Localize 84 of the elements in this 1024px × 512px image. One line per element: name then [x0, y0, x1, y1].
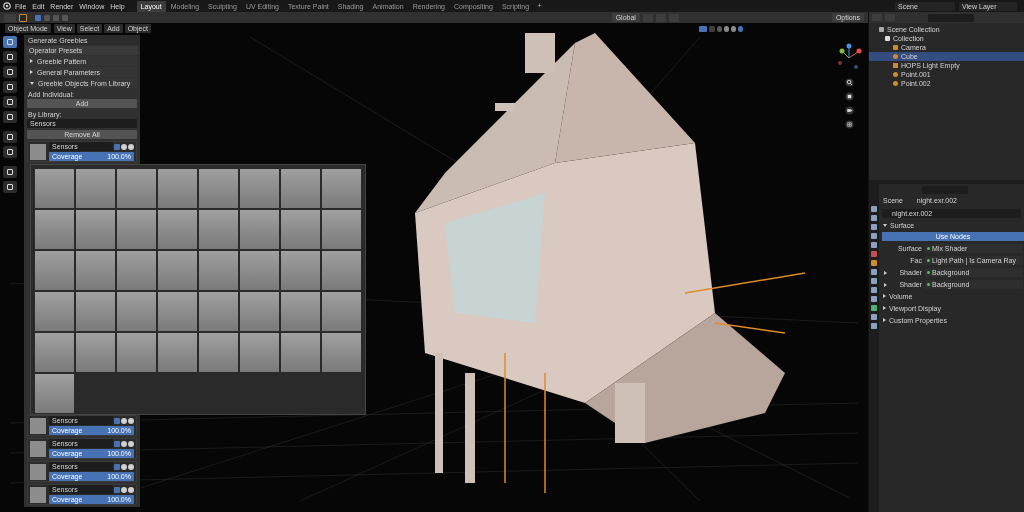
object-thumbnail[interactable] [35, 292, 74, 331]
object-thumbnail [30, 463, 46, 480]
object-thumbnail[interactable] [35, 169, 74, 208]
socket-icon [927, 259, 930, 262]
mode-extend-button[interactable] [44, 14, 50, 21]
object-thumbnail[interactable] [240, 292, 279, 331]
object-thumbnail[interactable] [117, 251, 156, 290]
object-thumbnail[interactable] [281, 210, 320, 249]
object-thumbnail[interactable] [158, 210, 197, 249]
object-thumbnail[interactable] [76, 169, 115, 208]
object-thumbnail[interactable] [76, 210, 115, 249]
camera-icon[interactable] [844, 106, 854, 115]
hand-icon[interactable] [844, 92, 854, 101]
mode-new-button[interactable] [35, 14, 41, 21]
object-thumbnail[interactable] [199, 251, 238, 290]
object-thumbnail[interactable] [199, 292, 238, 331]
object-thumbnail[interactable] [76, 251, 115, 290]
select-box-button[interactable] [19, 13, 27, 22]
object-thumbnail[interactable] [281, 333, 320, 372]
object-thumbnail[interactable] [76, 292, 115, 331]
wireframe-shading-button[interactable] [717, 25, 722, 32]
socket-icon [927, 247, 930, 250]
rendered-shading-button[interactable] [738, 25, 743, 32]
object-thumbnail[interactable] [35, 251, 74, 290]
object-thumbnail[interactable] [158, 333, 197, 372]
collapsed-icon [883, 306, 886, 310]
proportional-button[interactable] [668, 13, 679, 22]
solid-shading-button[interactable] [724, 25, 729, 32]
object-thumbnail[interactable] [35, 374, 74, 413]
xray-button[interactable] [709, 25, 715, 32]
add-workspace-button[interactable]: + [537, 2, 542, 10]
object-thumbnail[interactable] [281, 251, 320, 290]
object-thumbnail [30, 440, 46, 457]
object-thumbnail[interactable] [199, 169, 238, 208]
object-thumbnail[interactable] [117, 210, 156, 249]
object-thumbnail[interactable] [158, 292, 197, 331]
socket-icon [927, 271, 930, 274]
object-thumbnail[interactable] [322, 333, 361, 372]
mode-invert-button[interactable] [62, 14, 68, 21]
toggle-icon[interactable] [114, 417, 120, 424]
grid-icon[interactable] [844, 120, 854, 129]
toggle-icon[interactable] [114, 143, 120, 150]
object-thumbnail[interactable] [240, 210, 279, 249]
object-thumbnail[interactable] [240, 169, 279, 208]
collapsed-icon[interactable] [884, 282, 887, 287]
toggle-icon[interactable] [114, 463, 120, 470]
socket-icon [927, 283, 930, 286]
object-thumbnail[interactable] [76, 333, 115, 372]
pivot-button[interactable] [642, 13, 653, 22]
outliner-search-field[interactable] [928, 13, 974, 22]
object-thumbnail[interactable] [117, 169, 156, 208]
object-thumbnail[interactable] [35, 333, 74, 372]
object-thumbnail[interactable] [322, 251, 361, 290]
material-shading-button[interactable] [731, 25, 736, 32]
object-thumbnail[interactable] [199, 333, 238, 372]
object-thumbnail [30, 486, 46, 503]
object-thumbnail[interactable] [281, 169, 320, 208]
blender-logo-icon[interactable] [3, 2, 11, 10]
toggle-icon[interactable] [114, 486, 120, 493]
overlay-button[interactable] [699, 25, 707, 32]
collapsed-icon [883, 318, 886, 322]
mode-subtract-button[interactable] [53, 14, 59, 21]
object-thumbnail [30, 417, 46, 434]
mesh-object-icon [893, 54, 898, 59]
toggle-icon[interactable] [114, 440, 120, 447]
expanded-icon [883, 223, 887, 227]
object-thumbnail[interactable] [281, 292, 320, 331]
zoom-icon[interactable] [844, 78, 854, 87]
object-thumbnail[interactable] [240, 333, 279, 372]
snap-button[interactable] [655, 13, 666, 22]
object-thumbnail[interactable] [322, 210, 361, 249]
object-thumbnail[interactable] [35, 210, 74, 249]
object-thumbnail[interactable] [117, 333, 156, 372]
object-thumbnail[interactable] [322, 169, 361, 208]
viewport[interactable] [0, 23, 868, 512]
object-thumbnail[interactable] [158, 251, 197, 290]
object-thumbnail[interactable] [117, 292, 156, 331]
object-thumbnail[interactable] [158, 169, 197, 208]
object-thumbnail[interactable] [240, 251, 279, 290]
object-thumbnail[interactable] [199, 210, 238, 249]
object-thumbnail [30, 143, 46, 160]
object-thumbnail[interactable] [322, 292, 361, 331]
collapsed-icon[interactable] [884, 270, 887, 275]
collapsed-icon [883, 294, 886, 298]
